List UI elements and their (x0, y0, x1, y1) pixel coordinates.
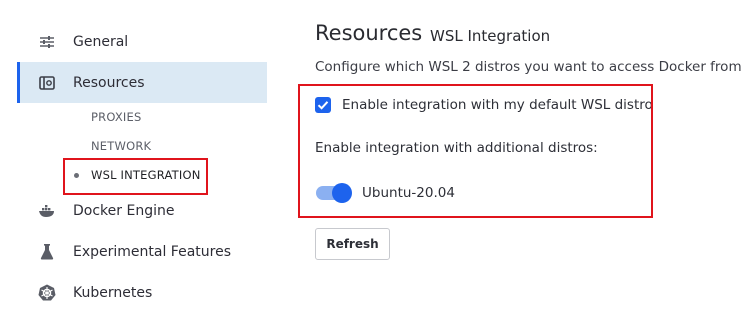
sidebar-item-label: Resources (73, 74, 145, 91)
sidebar-item-label: Experimental Features (73, 243, 232, 260)
page-title: Resources (315, 21, 423, 45)
sidebar-item-kubernetes[interactable]: Kubernetes (17, 272, 267, 313)
ubuntu-distro-toggle[interactable] (316, 183, 352, 203)
distro-name: Ubuntu-20.04 (362, 185, 455, 201)
resources-icon (37, 73, 57, 93)
whale-icon (37, 201, 57, 221)
default-distro-checkbox[interactable] (315, 97, 331, 113)
sidebar-item-label: Docker Engine (73, 202, 175, 219)
checkmark-icon (317, 101, 329, 110)
subnav-item-proxies[interactable]: PROXIES (91, 110, 141, 124)
sidebar-item-label: Kubernetes (73, 284, 153, 301)
subnav-item-wsl-integration[interactable]: WSL INTEGRATION (91, 168, 201, 182)
additional-distros-label: Enable integration with additional distr… (315, 140, 598, 156)
refresh-button[interactable]: Refresh (315, 228, 390, 260)
sidebar-item-experimental-features[interactable]: Experimental Features (17, 231, 267, 272)
toggle-knob (332, 183, 352, 203)
default-distro-label[interactable]: Enable integration with my default WSL d… (342, 97, 653, 113)
settings-sidebar: General Resources PROXIES NETWORK WSL IN… (0, 0, 270, 324)
sliders-icon (37, 32, 57, 52)
helm-wheel-icon (37, 283, 57, 303)
sidebar-item-general[interactable]: General (17, 21, 267, 62)
sidebar-item-resources[interactable]: Resources (17, 62, 267, 103)
subnav-item-network[interactable]: NETWORK (91, 139, 151, 153)
flask-icon (37, 242, 57, 262)
sidebar-item-label: General (73, 33, 129, 50)
current-item-bullet (74, 173, 79, 178)
page-description: Configure which WSL 2 distros you want t… (315, 59, 742, 75)
page-subtitle: WSL Integration (430, 27, 551, 45)
sidebar-item-docker-engine[interactable]: Docker Engine (17, 190, 267, 231)
